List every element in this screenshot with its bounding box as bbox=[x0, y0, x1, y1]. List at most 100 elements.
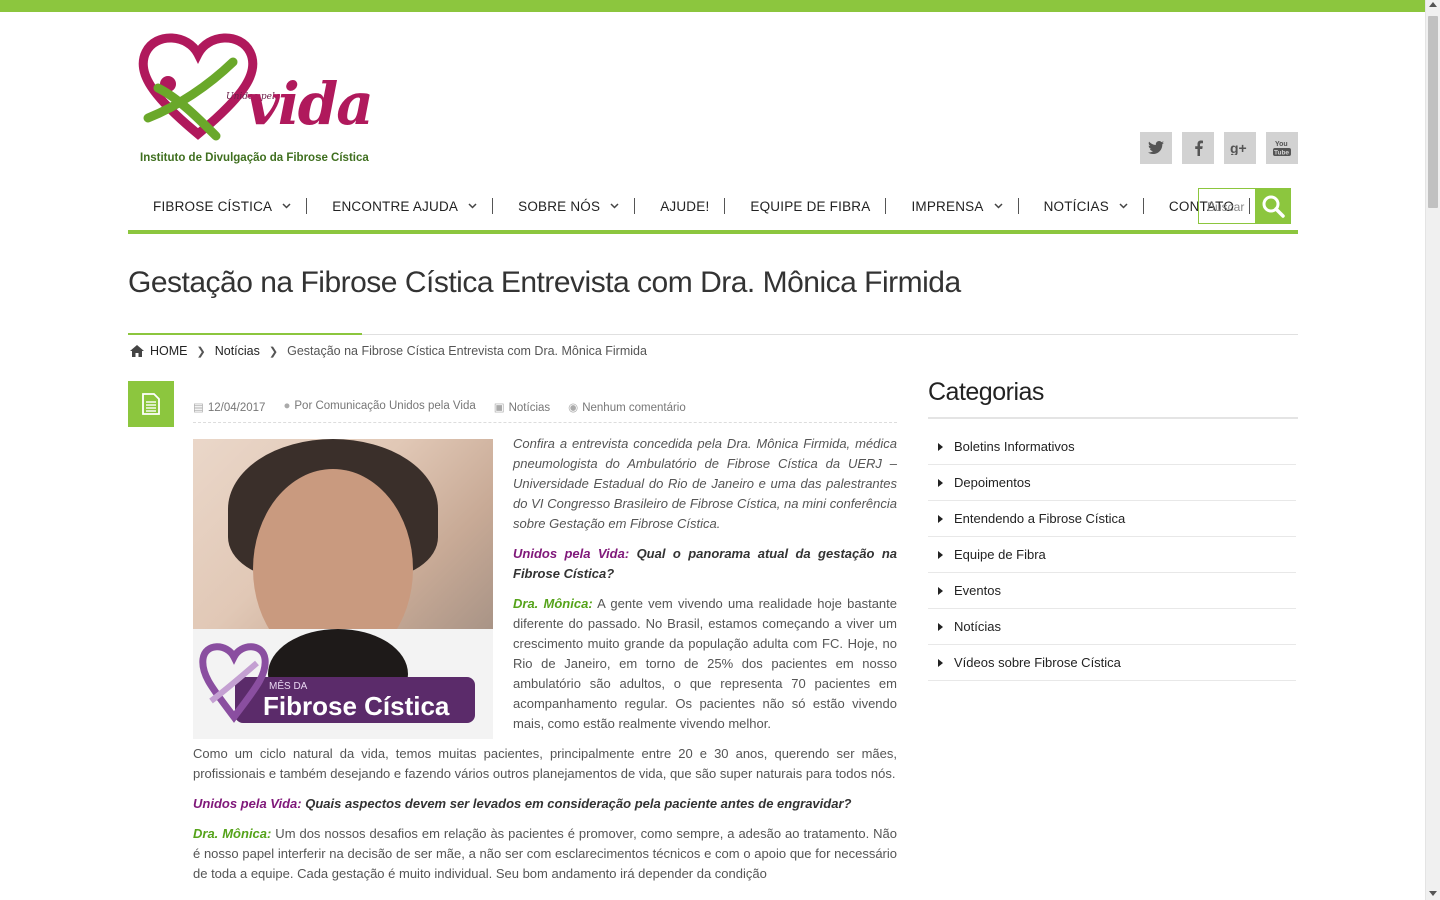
question-label: Unidos pela Vida: bbox=[513, 546, 630, 561]
logo-subtitle: Instituto de Divulgação da Fibrose Císti… bbox=[140, 152, 369, 164]
nav-item[interactable]: AJUDE! bbox=[635, 198, 726, 214]
calendar-icon: ▤ bbox=[193, 402, 204, 414]
nav-item[interactable]: EQUIPE DE FIBRA bbox=[725, 198, 887, 214]
logo-main-text: vida bbox=[246, 70, 374, 138]
svg-text:g+: g+ bbox=[1230, 141, 1247, 155]
breadcrumb: HOME ❯ Notícias ❯ Gestação na Fibrose Cí… bbox=[130, 344, 647, 358]
search-button[interactable] bbox=[1255, 188, 1291, 224]
comments-icon: ◉ bbox=[568, 402, 579, 414]
caret-right-icon bbox=[938, 586, 943, 595]
chevron-down-icon bbox=[610, 202, 619, 211]
post-date-text: 12/04/2017 bbox=[207, 402, 266, 414]
nav-item[interactable]: SOBRE NÓS bbox=[493, 198, 636, 214]
category-list: Boletins Informativos Depoimentos Entenden… bbox=[928, 429, 1296, 681]
chevron-right-icon: ❯ bbox=[196, 345, 206, 358]
question-2: Unidos pela Vida: Quais aspectos devem s… bbox=[193, 794, 897, 814]
top-accent-bar bbox=[0, 0, 1425, 12]
svg-text:You: You bbox=[1275, 141, 1288, 148]
image-float-spacer bbox=[193, 434, 513, 739]
chevron-down-icon bbox=[994, 202, 1003, 211]
nav-item[interactable]: IMPRENSA bbox=[886, 198, 1019, 214]
category-label[interactable]: Eventos bbox=[954, 583, 1001, 598]
answer-2: Dra. Mônica: Um dos nossos desafios em r… bbox=[193, 824, 897, 884]
youtube-icon[interactable]: You Tube bbox=[1266, 132, 1298, 164]
category-item[interactable]: Depoimentos bbox=[928, 465, 1296, 501]
category-label[interactable]: Depoimentos bbox=[954, 475, 1031, 490]
chevron-down-icon bbox=[1119, 202, 1128, 211]
post-meta: ▤ 12/04/2017 ● Por Comunicação Unidos pela… bbox=[193, 400, 897, 423]
caret-right-icon bbox=[938, 514, 943, 523]
twitter-icon[interactable] bbox=[1140, 132, 1172, 164]
breadcrumb-current: Gestação na Fibrose Cística Entrevista c… bbox=[287, 344, 647, 358]
caret-right-icon bbox=[938, 442, 943, 451]
chevron-down-icon bbox=[468, 202, 477, 211]
sidebar-title-divider bbox=[928, 417, 1298, 419]
nav-item[interactable]: NOTÍCIAS bbox=[1019, 198, 1144, 214]
folder-icon: ▣ bbox=[493, 402, 505, 414]
nav-item-label: NOTÍCIAS bbox=[1043, 198, 1109, 214]
chevron-right-icon: ❯ bbox=[268, 345, 279, 358]
nav-item-label: FIBROSE CÍSTICA bbox=[153, 198, 273, 214]
answer-text: Um dos nossos desafios em relação às pac… bbox=[193, 826, 897, 881]
paragraph-2: Como um ciclo natural da vida, temos mui… bbox=[193, 746, 897, 781]
category-item[interactable]: Vídeos sobre Fibrose Cística bbox=[928, 645, 1296, 681]
post-comments[interactable]: ◉ Nenhum comentário bbox=[568, 400, 686, 414]
article-body: Confira a entrevista concedida pela Dra.… bbox=[193, 434, 897, 894]
category-label[interactable]: Entendendo a Fibrose Cística bbox=[954, 511, 1125, 526]
google-plus-icon[interactable]: g+ bbox=[1224, 132, 1256, 164]
scroll-up-arrow-icon[interactable] bbox=[1429, 2, 1437, 7]
home-icon[interactable] bbox=[130, 345, 144, 357]
breadcrumb-section[interactable]: Notícias bbox=[215, 344, 260, 358]
heart-figure-logo-icon bbox=[138, 33, 258, 141]
site-logo[interactable]: Unidos pela vida Instituto de Divulgação… bbox=[138, 26, 378, 171]
search-input[interactable]: Buscar bbox=[1198, 188, 1256, 224]
category-label[interactable]: Notícias bbox=[954, 619, 1001, 634]
post-category[interactable]: ▣ Notícias bbox=[494, 400, 550, 414]
nav-item-label: SOBRE NÓS bbox=[518, 198, 601, 214]
caret-right-icon bbox=[938, 658, 943, 667]
answer-label: Dra. Mônica: bbox=[193, 826, 272, 841]
nav-menu: FIBROSE CÍSTICA ENCONTRE AJUDA SOBRE NÓS AJ… bbox=[128, 188, 1251, 224]
nav-item-label: ENCONTRE AJUDA bbox=[332, 198, 459, 214]
title-divider-accent bbox=[128, 333, 362, 335]
document-icon bbox=[142, 393, 160, 415]
post-category-text[interactable]: Notícias bbox=[509, 402, 551, 414]
post-format-badge bbox=[128, 381, 174, 427]
answer-text: A gente vem vivendo uma realidade hoje b… bbox=[513, 596, 897, 731]
category-label[interactable]: Vídeos sobre Fibrose Cística bbox=[954, 655, 1121, 670]
category-item[interactable]: Notícias bbox=[928, 609, 1296, 645]
category-label[interactable]: Equipe de Fibra bbox=[954, 547, 1046, 562]
post-author-text[interactable]: Por Comunicação Unidos pela Vida bbox=[294, 400, 475, 412]
category-item[interactable]: Equipe de Fibra bbox=[928, 537, 1296, 573]
caret-right-icon bbox=[938, 550, 943, 559]
main-navigation: FIBROSE CÍSTICA ENCONTRE AJUDA SOBRE NÓS AJ… bbox=[128, 188, 1298, 234]
post-comments-text[interactable]: Nenhum comentário bbox=[582, 402, 686, 414]
svg-text:Tube: Tube bbox=[1274, 150, 1289, 157]
vertical-scrollbar[interactable] bbox=[1425, 0, 1440, 900]
caret-right-icon bbox=[938, 478, 943, 487]
question-text: Quais aspectos devem ser levados em cons… bbox=[301, 796, 852, 811]
question-label: Unidos pela Vida: bbox=[193, 796, 302, 811]
post-date: ▤ 12/04/2017 bbox=[193, 400, 265, 414]
nav-item-label: EQUIPE DE FIBRA bbox=[750, 198, 871, 214]
search-icon bbox=[1262, 195, 1285, 218]
category-label[interactable]: Boletins Informativos bbox=[954, 439, 1075, 454]
nav-item-label: IMPRENSA bbox=[911, 198, 984, 214]
category-item[interactable]: Entendendo a Fibrose Cística bbox=[928, 501, 1296, 537]
caret-right-icon bbox=[938, 622, 943, 631]
nav-item[interactable]: ENCONTRE AJUDA bbox=[307, 198, 494, 214]
post-author[interactable]: ● Por Comunicação Unidos pela Vida bbox=[283, 400, 475, 414]
user-icon: ● bbox=[283, 400, 291, 412]
category-item[interactable]: Eventos bbox=[928, 573, 1296, 609]
breadcrumb-home[interactable]: HOME bbox=[150, 344, 188, 358]
answer-label: Dra. Mônica: bbox=[513, 596, 593, 611]
facebook-icon[interactable] bbox=[1182, 132, 1214, 164]
social-links: g+ You Tube bbox=[1140, 132, 1298, 164]
scroll-down-arrow-icon[interactable] bbox=[1429, 891, 1437, 896]
nav-item-label: AJUDE! bbox=[660, 198, 710, 214]
chevron-down-icon bbox=[282, 202, 291, 211]
sidebar-title: Categorias bbox=[928, 378, 1044, 406]
scrollbar-thumb[interactable] bbox=[1428, 16, 1438, 208]
nav-item[interactable]: FIBROSE CÍSTICA bbox=[128, 198, 308, 214]
category-item[interactable]: Boletins Informativos bbox=[928, 429, 1296, 465]
